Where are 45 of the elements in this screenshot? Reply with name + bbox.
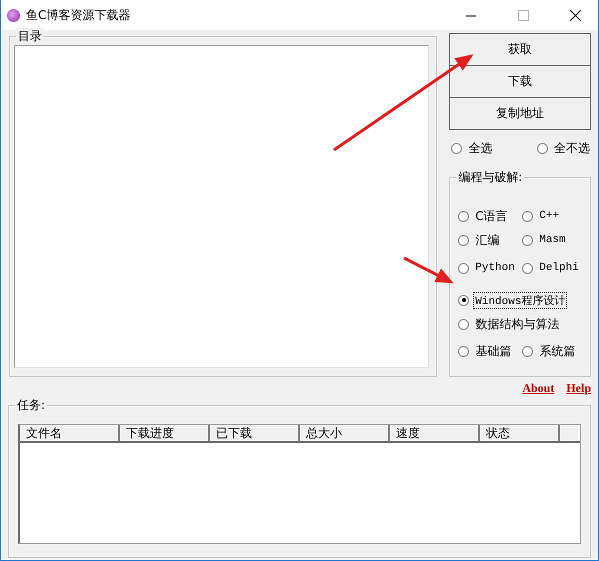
action-button[interactable]: 下载 — [449, 65, 591, 98]
radio-label: 全选 — [467, 140, 494, 157]
radio-label: Python — [474, 262, 516, 274]
group-title: 任务: — [15, 397, 48, 413]
radio-label: C语言 — [474, 208, 509, 224]
radio-button[interactable] — [522, 262, 534, 274]
app-icon — [7, 8, 20, 22]
close-icon — [570, 10, 580, 20]
column-header[interactable]: 速度 — [390, 425, 480, 441]
column-header[interactable]: 总大小 — [300, 425, 390, 441]
action-button[interactable]: 复制地址 — [449, 97, 591, 130]
action-button[interactable]: 获取 — [449, 33, 591, 66]
radio-button[interactable] — [522, 234, 534, 246]
column-header[interactable]: 状态 — [480, 425, 560, 441]
radio-label: 汇编 — [474, 232, 500, 248]
window-title: 鱼C博客资源下载器 — [26, 6, 132, 24]
about-link[interactable]: About — [522, 381, 554, 399]
radio-button[interactable] — [451, 143, 462, 154]
column-header[interactable]: 文件名 — [20, 425, 120, 441]
radio-button[interactable] — [458, 262, 470, 274]
radio-label: 系统篇 — [538, 342, 576, 360]
radio-button[interactable] — [458, 210, 470, 222]
radio-button[interactable] — [458, 234, 470, 246]
radio-label: 全不选 — [553, 140, 591, 157]
radio-label: Masm — [538, 234, 567, 246]
radio-button[interactable] — [522, 210, 534, 222]
radio-button[interactable] — [537, 143, 548, 154]
group-title: 目录 — [16, 28, 44, 44]
column-header[interactable]: 下载进度 — [120, 425, 210, 441]
radio-label: 数据结构与算法 — [474, 316, 560, 332]
radio-label: 基础篇 — [474, 342, 512, 360]
radio-label: C++ — [538, 210, 560, 222]
help-link[interactable]: Help — [566, 381, 591, 399]
radio-button[interactable] — [458, 294, 470, 306]
radio-button[interactable] — [522, 346, 534, 356]
header-filler — [560, 425, 578, 441]
task-table[interactable]: 文件名 下载进度 已下载 总大小 速度 状态 — [18, 424, 581, 544]
annotation-arrow — [403, 256, 454, 284]
radio-button[interactable] — [458, 346, 470, 356]
maximize-icon — [518, 10, 528, 20]
radio-label: Delphi — [538, 262, 580, 274]
radio-label: Windows程序设计 — [474, 292, 566, 308]
radio-button[interactable] — [458, 318, 470, 330]
column-header[interactable]: 已下载 — [210, 425, 300, 441]
group-title: 编程与破解: — [456, 169, 524, 185]
